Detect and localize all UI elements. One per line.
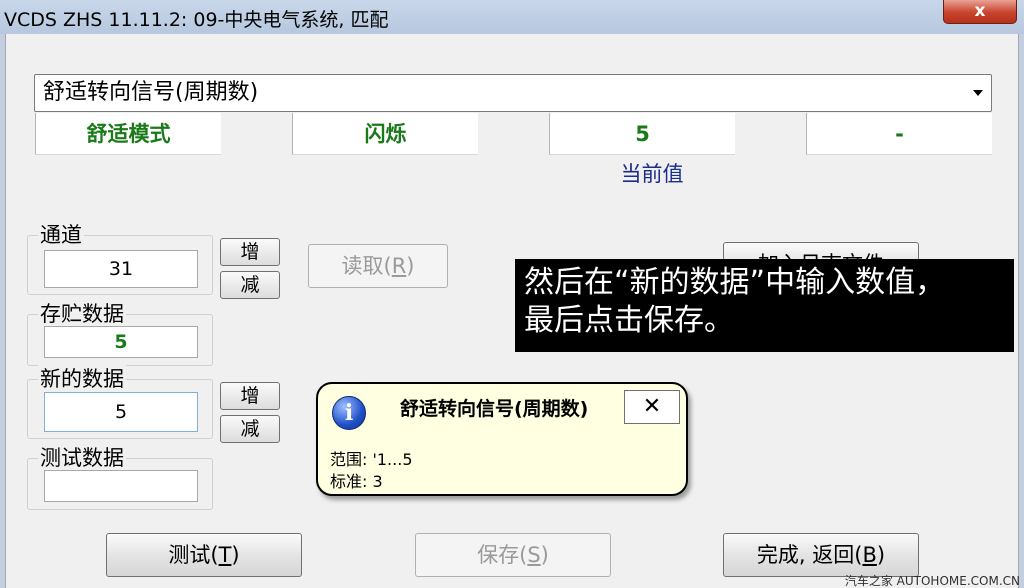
instruction-line-2: 最后点击保存。 (524, 303, 734, 338)
info-tooltip: i 舒适转向信号(周期数) ✕ 范围: '1...5 标准: 3 (316, 382, 688, 496)
channel-select[interactable]: 舒适转向信号(周期数) (34, 74, 992, 112)
channel-input[interactable]: 31 (44, 250, 198, 288)
done-button-suffix: ) (876, 543, 886, 567)
read-button-label: 读取( (341, 254, 392, 278)
watermark: 汽车之家 AUTOHOME.COM.CN (844, 574, 1020, 588)
window-title: VCDS ZHS 11.11.2: 09-中央电气系统, 匹配 (4, 9, 389, 31)
window-close-button[interactable]: x (943, 0, 1017, 24)
done-button-key: B (862, 543, 877, 567)
instruction-line-1: 然后在“新的数据”中输入数值， (524, 265, 946, 300)
new-data-label: 新的数据 (38, 363, 126, 393)
test-button-suffix: ) (231, 543, 240, 567)
chevron-down-icon[interactable] (973, 90, 983, 96)
channel-decrease-button[interactable]: 减 (220, 271, 280, 299)
save-button-suffix: ) (540, 543, 549, 567)
test-button[interactable]: 测试(T) (106, 533, 302, 577)
read-button[interactable]: 读取(R) (308, 244, 448, 288)
instruction-overlay: 然后在“新的数据”中输入数值， 最后点击保存。 (515, 259, 1014, 352)
close-icon: ✕ (642, 394, 662, 419)
stored-data-field: 5 (44, 326, 198, 358)
info-icon: i (332, 396, 366, 430)
read-button-key: R (391, 254, 407, 278)
save-button[interactable]: 保存(S) (415, 533, 611, 577)
test-data-field (44, 470, 198, 502)
value-cell-1: 舒适模式 (35, 113, 221, 155)
read-button-suffix: ) (406, 254, 415, 278)
done-button-label: 完成, 返回( (756, 543, 863, 567)
new-data-increase-button[interactable]: 增 (220, 382, 280, 410)
value-cell-2: 闪烁 (292, 113, 478, 155)
save-button-key: S (527, 543, 541, 567)
test-button-label: 测试( (168, 543, 219, 567)
stored-data-label: 存贮数据 (38, 298, 126, 328)
close-icon: x (974, 1, 986, 21)
current-value-label: 当前值 (620, 162, 684, 186)
test-data-label: 测试数据 (38, 442, 126, 472)
tooltip-range: 范围: '1...5 (330, 450, 413, 469)
tooltip-title: 舒适转向信号(周期数) (400, 398, 589, 420)
channel-increase-button[interactable]: 增 (220, 238, 280, 266)
new-data-decrease-button[interactable]: 减 (220, 415, 280, 443)
channel-select-value: 舒适转向信号(周期数) (43, 80, 259, 105)
save-button-label: 保存( (477, 543, 528, 567)
test-button-key: T (218, 543, 232, 567)
value-cell-4: - (806, 113, 992, 155)
value-cell-3: 5 (549, 113, 735, 155)
new-data-input[interactable]: 5 (44, 392, 198, 432)
title-bar: VCDS ZHS 11.11.2: 09-中央电气系统, 匹配 x (0, 0, 1024, 34)
tooltip-close-button[interactable]: ✕ (624, 390, 680, 424)
done-return-button[interactable]: 完成, 返回(B) (723, 533, 919, 577)
channel-group-label: 通道 (38, 219, 84, 249)
tooltip-standard: 标准: 3 (330, 472, 383, 491)
